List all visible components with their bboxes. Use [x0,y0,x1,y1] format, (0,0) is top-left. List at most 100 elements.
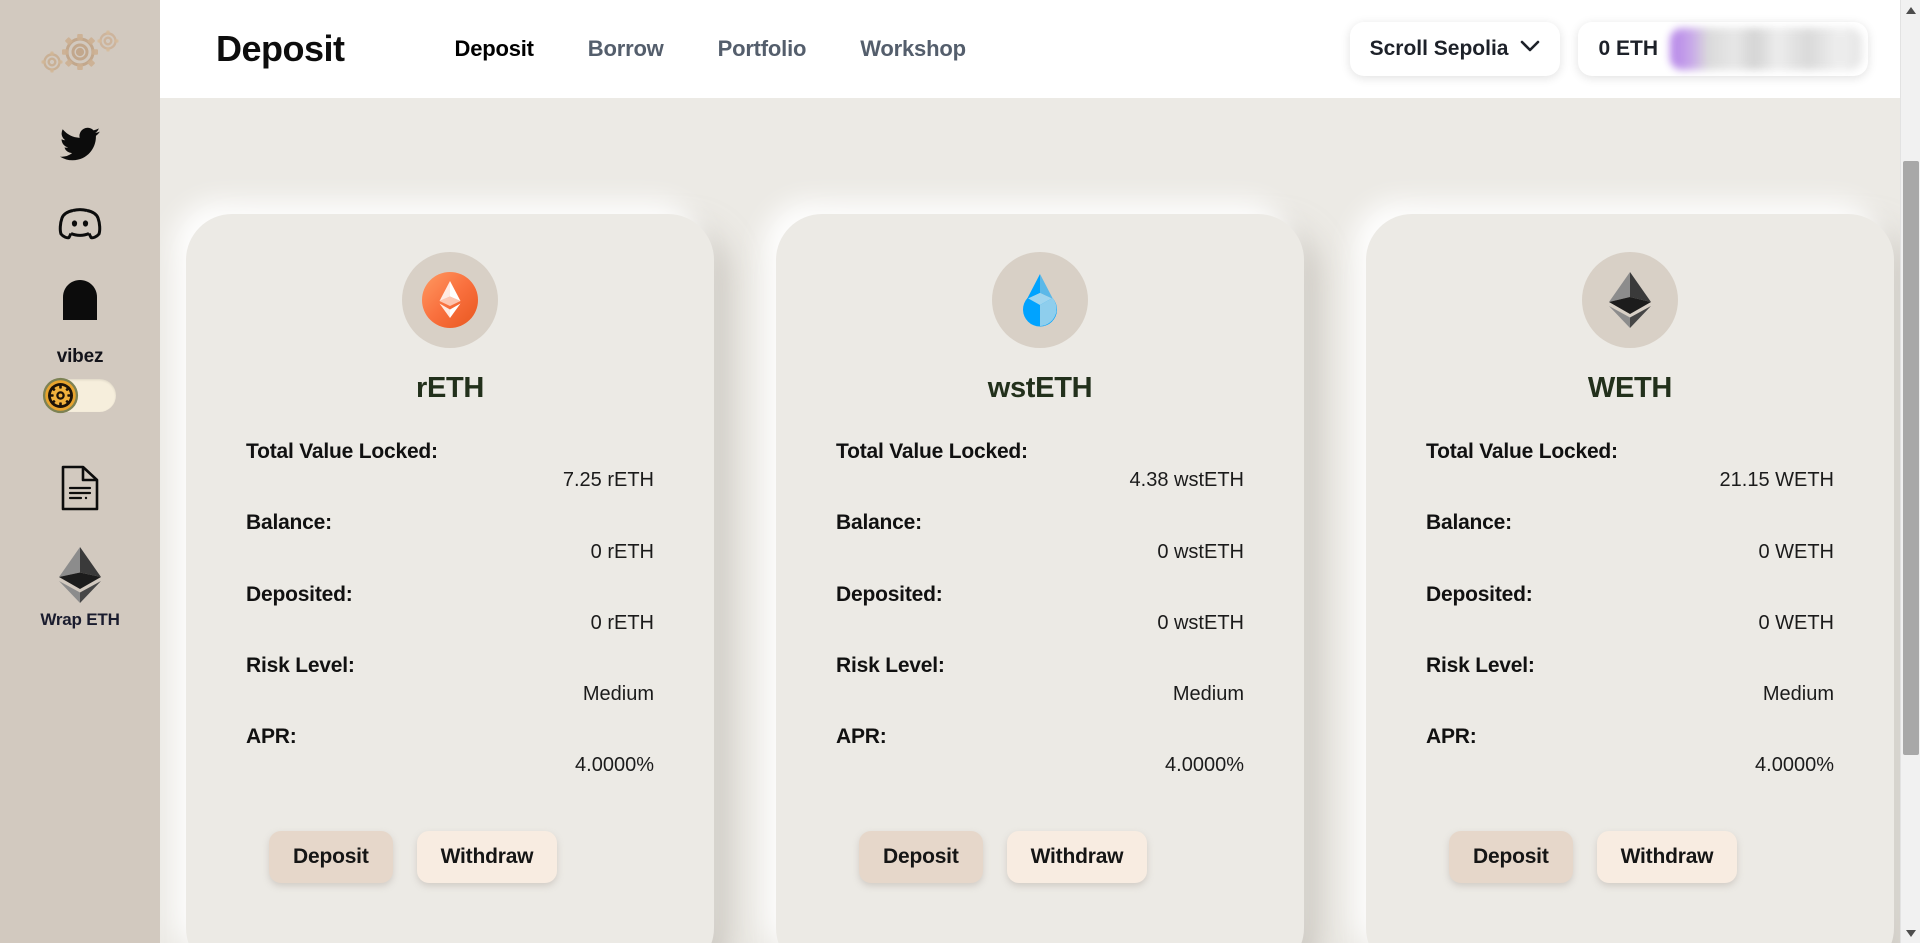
token-card-weth: WETH Total Value Locked: 21.15 WETH Bala… [1366,214,1894,943]
stat-value-deposited: 0 wstETH [1157,611,1244,634]
stat-row-balance: Balance: 0 WETH [1426,510,1834,567]
tombstone-icon[interactable] [44,264,116,336]
token-name: WETH [1587,372,1673,404]
stat-row-tvl: Total Value Locked: 21.15 WETH [1426,439,1834,496]
stat-value-apr: 4.0000% [575,754,654,777]
sidebar-item-wrap-eth[interactable]: Wrap ETH [40,546,120,630]
stat-value-balance: 0 WETH [1758,540,1834,563]
weth-ethereum-icon [1582,252,1678,348]
token-name: rETH [415,372,485,404]
token-name: wstETH [987,372,1093,404]
deposit-card-list: rETH Total Value Locked: 7.25 rETH Balan… [160,214,1920,943]
stat-label-tvl: Total Value Locked: [836,440,1028,463]
scroll-up-arrow-icon[interactable] [1901,0,1920,20]
deposit-button[interactable]: Deposit [269,831,393,884]
deposit-button[interactable]: Deposit [1449,831,1573,884]
stat-row-risk: Risk Level: Medium [1426,653,1834,710]
stat-row-deposited: Deposited: 0 wstETH [836,582,1244,639]
stat-label-apr: APR: [836,725,887,748]
content-area: rETH Total Value Locked: 7.25 rETH Balan… [160,98,1920,943]
gears-logo-icon[interactable] [32,26,128,82]
chevron-down-icon [1520,40,1540,58]
vibez-label: vibez [56,346,104,367]
stat-value-tvl: 4.38 wstETH [1129,469,1244,492]
withdraw-button[interactable]: Withdraw [1596,831,1738,884]
token-stats: Total Value Locked: 21.15 WETH Balance: … [1426,439,1834,795]
nav-link-workshop[interactable]: Workshop [860,36,966,62]
token-stats: Total Value Locked: 7.25 rETH Balance: 0… [246,439,654,795]
wallet-address-redacted [1670,28,1862,70]
stat-row-balance: Balance: 0 wstETH [836,510,1244,567]
stat-label-risk: Risk Level: [836,653,945,677]
card-actions: Deposit Withdraw [246,831,558,884]
token-card-reth: rETH Total Value Locked: 7.25 rETH Balan… [186,214,714,943]
stat-value-tvl: 7.25 rETH [562,469,654,492]
stat-label-deposited: Deposited: [836,582,943,606]
stat-row-deposited: Deposited: 0 rETH [246,582,654,639]
app-root: vibez Wrap ETH Deposit Deposit Borrow Po… [0,0,1920,943]
token-stats: Total Value Locked: 4.38 wstETH Balance:… [836,439,1244,795]
stat-row-balance: Balance: 0 rETH [246,510,654,567]
vibez-toggle[interactable] [42,377,116,414]
stat-value-apr: 4.0000% [1165,754,1244,777]
card-actions: Deposit Withdraw [1426,831,1738,884]
stat-label-risk: Risk Level: [246,653,355,677]
stat-value-tvl: 21.15 WETH [1719,469,1834,492]
wallet-balance: 0 ETH [1598,37,1658,60]
top-header: Deposit Deposit Borrow Portfolio Worksho… [160,0,1920,98]
stat-label-risk: Risk Level: [1426,653,1535,677]
stat-label-deposited: Deposited: [246,582,353,606]
stat-row-risk: Risk Level: Medium [246,653,654,710]
lido-wsteth-icon [992,252,1088,348]
wallet-button[interactable]: 0 ETH [1578,22,1868,76]
twitter-icon[interactable] [44,108,116,180]
primary-nav: Deposit Borrow Portfolio Workshop [455,36,966,62]
stat-label-apr: APR: [246,725,297,748]
stat-value-risk: Medium [582,683,654,705]
header-right-cluster: Scroll Sepolia 0 ETH [1349,22,1920,76]
stat-label-apr: APR: [1426,725,1477,748]
stat-label-balance: Balance: [246,511,332,535]
stat-value-apr: 4.0000% [1755,754,1834,777]
stat-value-balance: 0 rETH [590,540,654,563]
document-icon[interactable] [44,452,116,524]
stat-value-deposited: 0 rETH [590,611,654,634]
chain-selector[interactable]: Scroll Sepolia [1349,22,1561,76]
nav-link-portfolio[interactable]: Portfolio [718,36,807,62]
stat-label-deposited: Deposited: [1426,582,1533,606]
ethereum-icon [44,546,116,604]
stat-value-risk: Medium [1172,683,1244,705]
discord-icon[interactable] [44,186,116,258]
page-title: Deposit [216,28,345,69]
scroll-down-arrow-icon[interactable] [1901,923,1920,943]
stat-row-tvl: Total Value Locked: 7.25 rETH [246,439,654,496]
page-scrollbar[interactable] [1900,0,1920,943]
stat-row-tvl: Total Value Locked: 4.38 wstETH [836,439,1244,496]
rocketpool-reth-icon [402,252,498,348]
stat-label-tvl: Total Value Locked: [246,440,438,463]
wrap-eth-label: Wrap ETH [40,610,120,629]
stat-row-deposited: Deposited: 0 WETH [1426,582,1834,639]
toggle-gear-knob [42,377,79,414]
token-card-wsteth: wstETH Total Value Locked: 4.38 wstETH B… [776,214,1304,943]
deposit-button[interactable]: Deposit [859,831,983,884]
stat-value-risk: Medium [1762,683,1834,705]
scrollbar-thumb[interactable] [1903,161,1919,755]
withdraw-button[interactable]: Withdraw [1006,831,1148,884]
stat-label-balance: Balance: [836,511,922,535]
main-region: Deposit Deposit Borrow Portfolio Worksho… [160,0,1920,943]
nav-link-borrow[interactable]: Borrow [588,36,664,62]
card-actions: Deposit Withdraw [836,831,1148,884]
stat-label-tvl: Total Value Locked: [1426,440,1618,463]
withdraw-button[interactable]: Withdraw [416,831,558,884]
stat-value-deposited: 0 WETH [1758,611,1834,634]
stat-value-balance: 0 wstETH [1157,540,1244,563]
stat-label-balance: Balance: [1426,511,1512,535]
stat-row-apr: APR: 4.0000% [836,724,1244,781]
stat-row-apr: APR: 4.0000% [1426,724,1834,781]
left-sidebar: vibez Wrap ETH [0,0,160,943]
nav-link-deposit[interactable]: Deposit [455,36,534,62]
stat-row-apr: APR: 4.0000% [246,724,654,781]
chain-selector-label: Scroll Sepolia [1369,37,1509,60]
stat-row-risk: Risk Level: Medium [836,653,1244,710]
